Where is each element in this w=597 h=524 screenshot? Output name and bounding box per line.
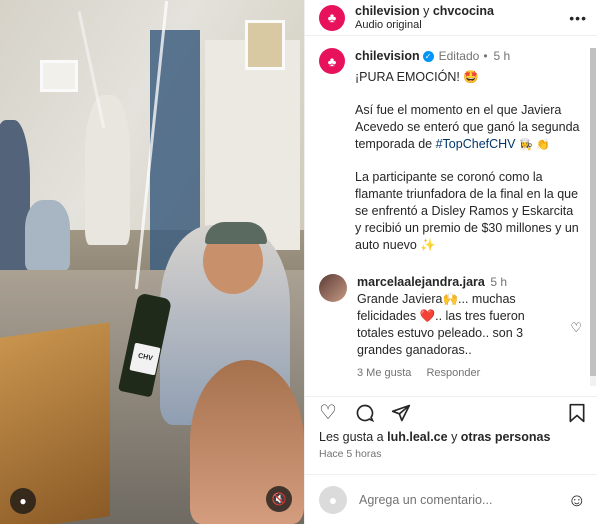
audio-label[interactable]: Audio original xyxy=(355,18,494,32)
caption-paragraph-2: Así fue el momento en el que Javiera Ace… xyxy=(355,102,580,153)
add-comment-bar: ● ☺ xyxy=(305,474,597,524)
caption-line1: ¡PURA EMOCIÓN! 🤩 xyxy=(355,70,479,84)
comment-icon[interactable] xyxy=(355,403,375,427)
post-header: ♣ chilevision y chvcocina Audio original… xyxy=(305,0,597,36)
tagged-users-icon[interactable]: ● xyxy=(10,488,36,514)
caption-avatar[interactable]: ♣ xyxy=(319,48,345,74)
post-caption: ♣ chilevision ✓ Editado • 5 h ¡PURA EMOC… xyxy=(319,48,586,254)
caption-emojis: 👩‍🍳 👏 xyxy=(519,138,550,151)
comment-text: Grande Javiera🙌... muchas felicidades ❤️… xyxy=(357,292,525,357)
comment-meta: 3 Me gusta Responder xyxy=(357,365,552,382)
video-person xyxy=(85,95,130,245)
comment-likes[interactable]: 3 Me gusta xyxy=(357,367,411,379)
account-link-chilevision[interactable]: chilevision xyxy=(355,4,420,18)
mute-icon[interactable]: 🔇 xyxy=(266,486,292,512)
heart-icon[interactable]: ♡ xyxy=(319,403,337,423)
send-icon[interactable] xyxy=(391,403,411,427)
emoji-icon[interactable]: ☺ xyxy=(568,490,586,511)
verified-icon: ✓ xyxy=(422,51,434,62)
header-accounts: chilevision y chvcocina xyxy=(355,4,494,18)
comment-time[interactable]: 5 h xyxy=(490,275,507,289)
post-video[interactable]: CHV ● 🔇 xyxy=(0,0,304,524)
comment-username[interactable]: marcelaalejandra.jara xyxy=(357,275,485,289)
likes-middle: y xyxy=(451,430,458,444)
commenter-avatar[interactable] xyxy=(319,274,347,302)
likes-prefix: Les gusta a xyxy=(319,430,384,444)
post-panel: ♣ chilevision y chvcocina Audio original… xyxy=(304,0,597,524)
video-shelf xyxy=(205,40,300,250)
video-picture-frame xyxy=(245,20,285,70)
video-chair xyxy=(25,200,70,270)
account-avatar[interactable]: ♣ xyxy=(319,4,345,31)
caption-header: chilevision ✓ Editado • 5 h xyxy=(355,48,580,65)
bullet: • xyxy=(483,49,488,63)
caption-paragraph-3: La participante se coronó como la flaman… xyxy=(355,170,579,252)
comment-input[interactable] xyxy=(359,492,559,507)
action-bar: ♡ xyxy=(305,396,597,424)
video-picture-frame xyxy=(40,60,78,92)
reply-button[interactable]: Responder xyxy=(426,367,480,379)
likes-others-link[interactable]: otras personas xyxy=(461,430,551,444)
scrollbar-thumb[interactable] xyxy=(590,48,596,376)
likes-user-link[interactable]: luh.leal.ce xyxy=(387,430,447,444)
user-avatar-icon: ● xyxy=(319,485,347,514)
comment-header: marcelaalejandra.jara 5 h xyxy=(357,274,552,291)
caption-body: chilevision ✓ Editado • 5 h ¡PURA EMOCIÓ… xyxy=(355,48,580,254)
comment-item: marcelaalejandra.jara 5 h Grande Javiera… xyxy=(319,274,586,382)
scrollbar[interactable] xyxy=(590,48,596,386)
edited-label: Editado xyxy=(438,49,480,63)
hashtag-link[interactable]: #TopChefCHV xyxy=(436,137,516,151)
comment-like-heart-icon[interactable]: ♡ xyxy=(570,320,582,336)
video-cap xyxy=(205,222,267,244)
caption-username[interactable]: chilevision xyxy=(355,48,420,65)
header-connector: y xyxy=(423,3,430,18)
bookmark-icon[interactable] xyxy=(568,403,586,427)
comments-scroll[interactable]: ♣ chilevision ✓ Editado • 5 h ¡PURA EMOC… xyxy=(305,48,597,386)
likes-summary: Les gusta a luh.leal.ce y otras personas xyxy=(319,430,550,444)
caption-time[interactable]: 5 h xyxy=(494,48,511,65)
account-link-chvcocina[interactable]: chvcocina xyxy=(433,4,494,18)
post-timestamp[interactable]: Hace 5 horas xyxy=(319,448,381,460)
comment-body: marcelaalejandra.jara 5 h Grande Javiera… xyxy=(357,274,552,382)
more-dots-icon[interactable]: ••• xyxy=(569,10,587,26)
header-names: chilevision y chvcocina Audio original xyxy=(355,4,494,32)
bottle-label-text: CHV xyxy=(137,352,154,363)
